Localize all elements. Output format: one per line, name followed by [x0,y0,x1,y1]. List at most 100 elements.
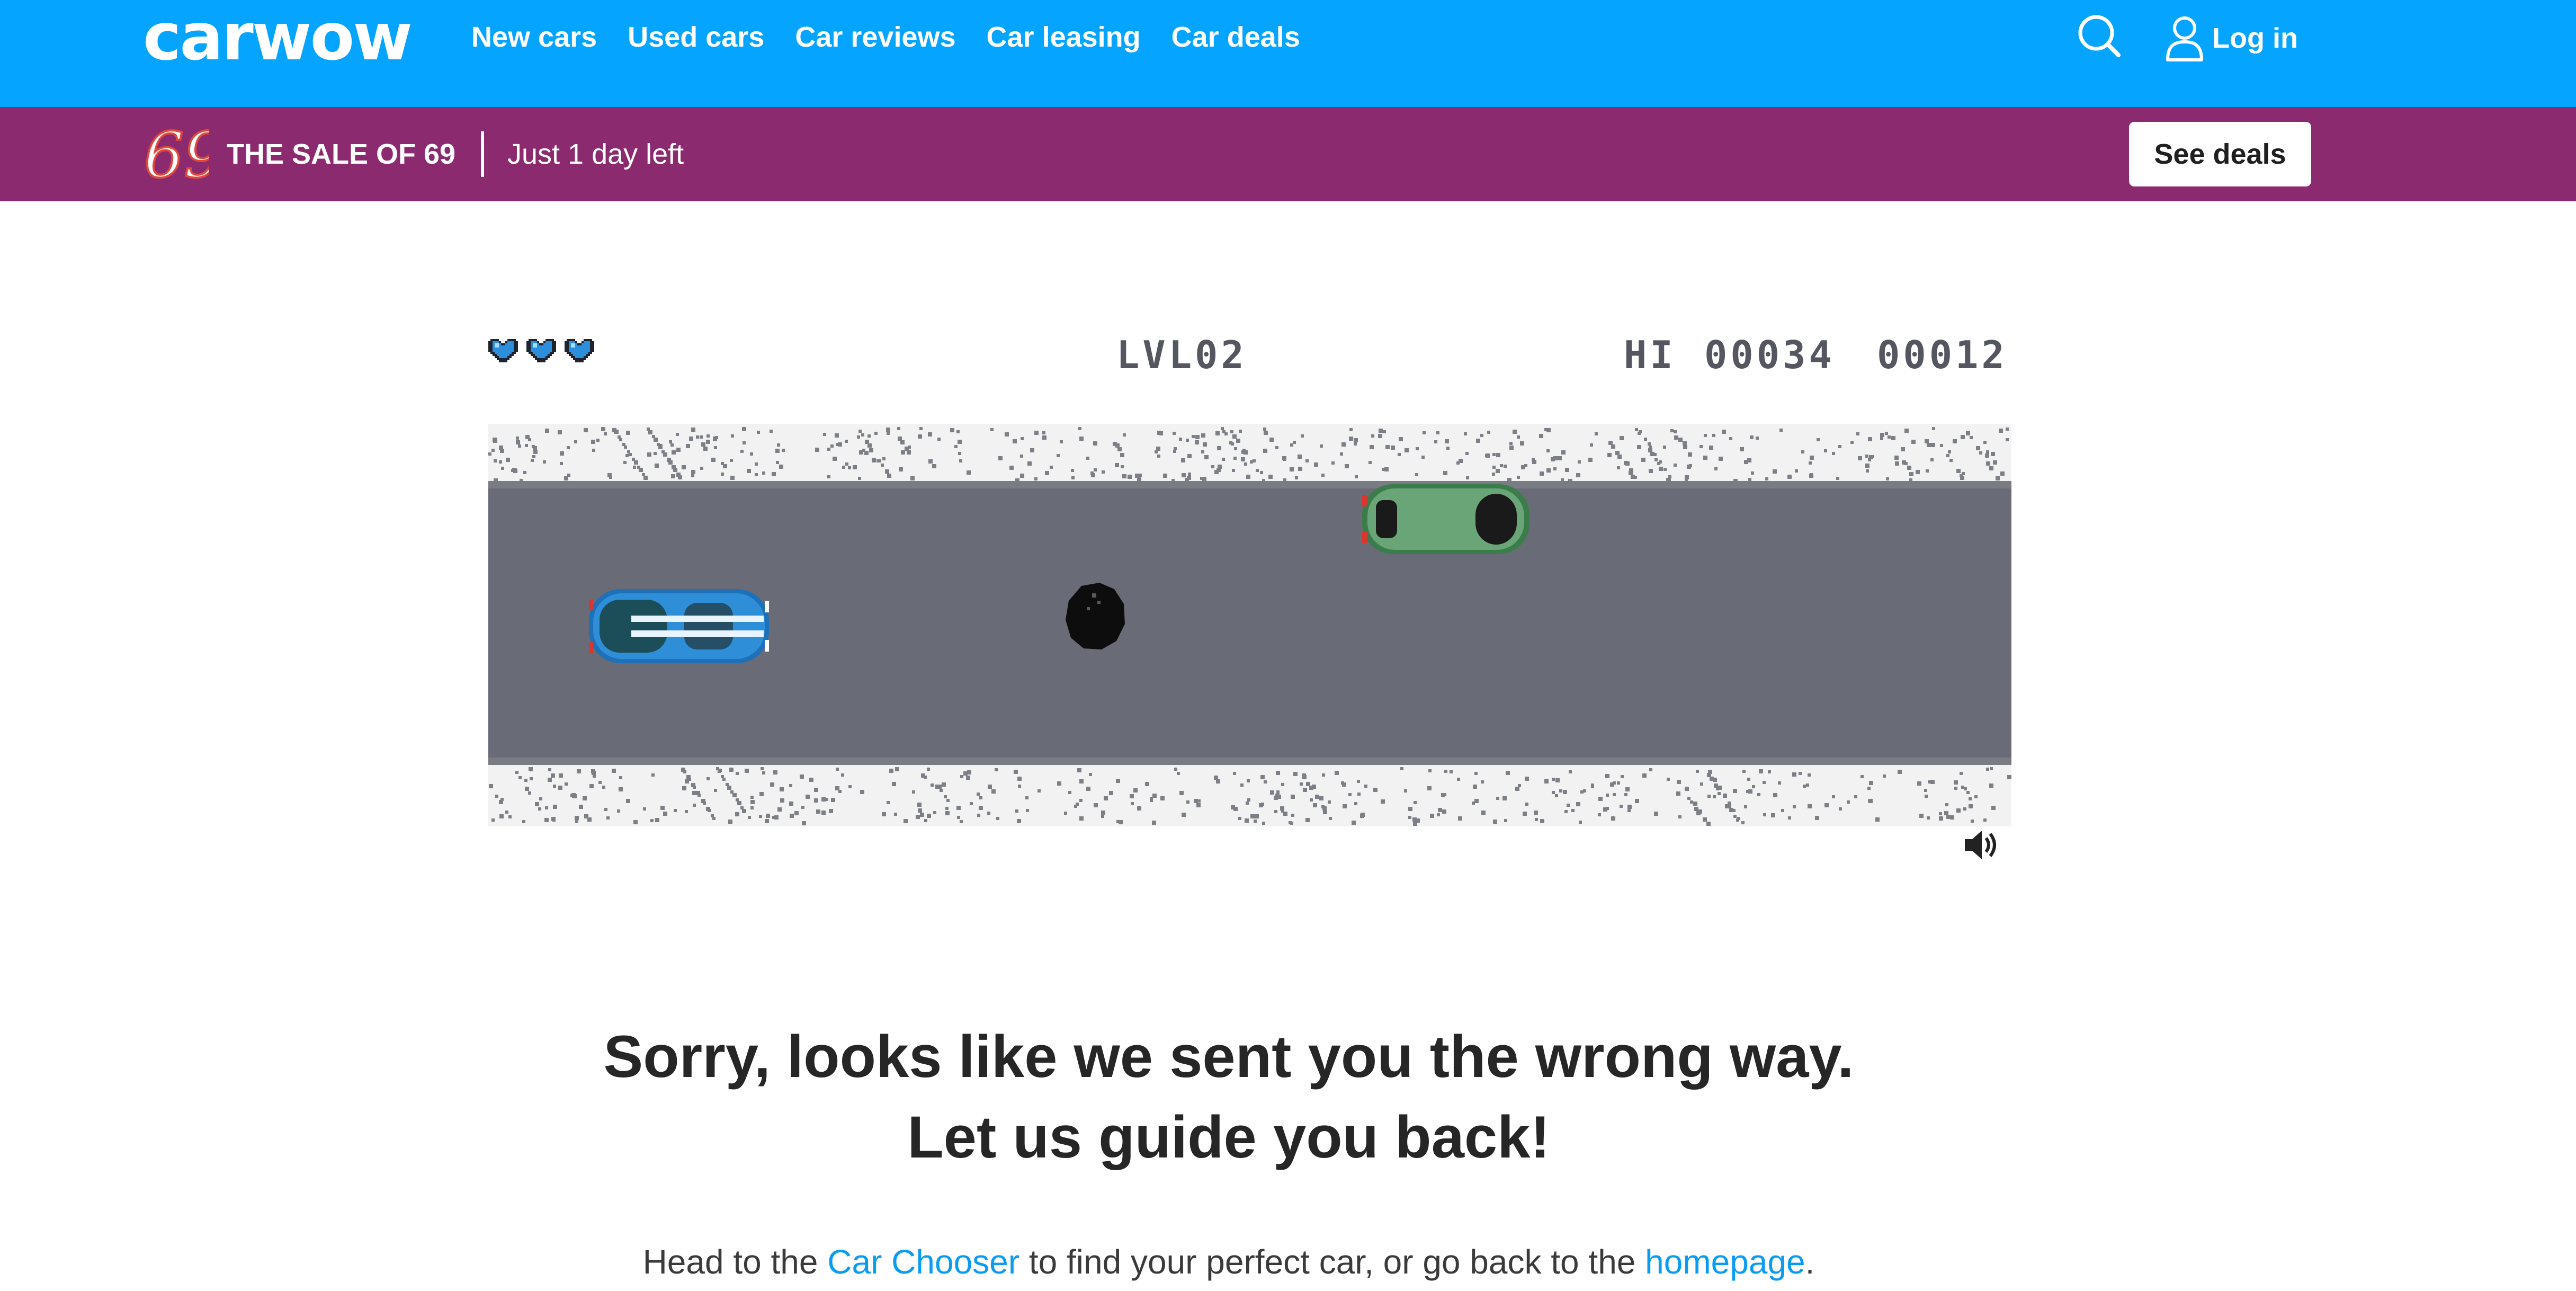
verge-speckle [1704,434,1707,437]
login-button[interactable]: Log in [2163,13,2298,64]
verge-speckle [1763,781,1766,784]
verge-speckle [1946,454,1949,457]
verge-speckle [1481,780,1484,783]
search-icon[interactable] [2076,13,2124,60]
verge-speckle [732,793,737,797]
verge-speckle [750,452,753,456]
homepage-link[interactable]: homepage [1645,1243,1805,1281]
verge-speckle [1005,432,1009,437]
verge-speckle [643,807,646,811]
verge-speckle [1779,429,1783,432]
speaker-icon[interactable] [1962,826,1999,863]
verge-speckle [643,476,648,480]
verge-speckle [560,451,564,456]
verge-speckle [1438,808,1442,812]
verge-speckle [950,428,954,432]
verge-speckle [1391,446,1395,450]
verge-speckle [1954,787,1957,790]
verge-speckle [1303,788,1307,792]
verge-speckle [1931,443,1935,447]
bottom-verge [488,765,2011,826]
verge-speckle [1123,433,1126,437]
verge-speckle [1979,451,1982,455]
verge-speckle [1919,814,1924,818]
verge-speckle [742,809,746,813]
verge-speckle [831,798,835,802]
verge-speckle [1246,802,1249,805]
game-canvas[interactable] [488,424,2011,826]
verge-speckle [1644,438,1647,441]
verge-speckle [553,785,556,788]
verge-speckle [1045,471,1049,475]
sale-countdown: Just 1 day left [507,138,684,170]
verge-speckle [1064,812,1067,815]
verge-speckle [1714,467,1718,470]
verge-speckle [1042,431,1045,434]
lives-indicator [488,337,603,364]
verge-speckle [1917,781,1921,786]
verge-speckle [1561,450,1566,455]
verge-speckle [529,767,533,771]
verge-speckle [1839,807,1842,811]
nav-link-car-deals[interactable]: Car deals [1171,21,1300,53]
verge-speckle [1924,789,1927,792]
verge-speckle [1613,793,1616,796]
verge-speckle [1295,476,1298,479]
verge-speckle [1525,803,1528,806]
verge-speckle [897,427,900,430]
nav-link-car-reviews[interactable]: Car reviews [795,21,955,53]
road-game[interactable]: LVL02 HI 00034 00012 [488,318,2011,871]
verge-speckle [1302,775,1307,779]
car-chooser-link[interactable]: Car Chooser [827,1243,1019,1281]
verge-speckle [619,787,623,791]
verge-speckle [1663,446,1666,449]
verge-speckle [887,432,890,435]
verge-speckle [1763,813,1766,816]
verge-speckle [1733,789,1737,793]
see-deals-button[interactable]: See deals [2129,122,2311,186]
nav-link-used-cars[interactable]: Used cars [628,21,764,53]
verge-speckle [1629,471,1633,475]
verge-speckle [931,783,934,787]
verge-speckle [1464,432,1467,435]
verge-speckle [1747,778,1750,781]
verge-speckle [495,795,498,798]
verge-speckle [770,430,773,433]
verge-speckle [700,467,703,470]
verge-speckle [604,432,607,435]
verge-speckle [979,796,982,799]
nav-link-car-leasing[interactable]: Car leasing [987,21,1141,53]
verge-speckle [1331,461,1335,465]
verge-speckle [1565,468,1569,472]
verge-speckle [1430,814,1434,818]
verge-speckle [712,817,715,820]
verge-speckle [916,815,920,819]
verge-speckle [1486,453,1490,458]
carwow-logo[interactable]: carwow [143,0,413,79]
verge-speckle [1218,465,1222,469]
verge-speckle [1520,441,1524,446]
verge-speckle [596,439,600,442]
verge-speckle [1305,818,1310,822]
verge-speckle [1349,428,1353,431]
verge-speckle [1323,810,1327,814]
sale-title: THE SALE OF 69 [227,138,456,170]
verge-speckle [1222,458,1225,461]
verge-speckle [1993,461,1997,465]
verge-speckle [1617,466,1620,469]
verge-speckle [1241,457,1245,461]
verge-speckle [1976,446,1980,450]
verge-speckle [1276,790,1280,794]
sale-banner: 69 THE SALE OF 69 Just 1 day left See de… [0,107,2576,201]
verge-speckle [1801,450,1804,453]
sale-69-badge-icon: 69 [143,120,209,186]
verge-speckle [1421,456,1425,459]
verge-speckle [887,801,890,804]
verge-speckle [633,820,638,824]
verge-speckle [525,444,528,447]
verge-speckle [942,782,946,787]
verge-speckle [885,469,889,474]
nav-link-new-cars[interactable]: New cars [471,21,597,53]
verge-speckle [892,782,896,786]
verge-speckle [1077,768,1081,772]
